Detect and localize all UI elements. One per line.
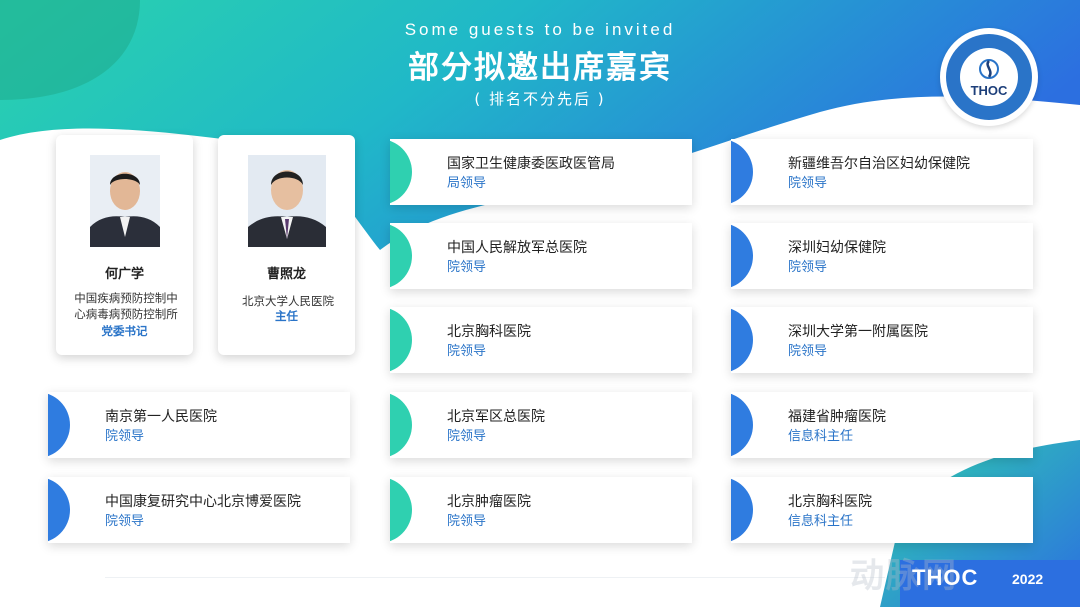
guest-organization: 北京大学人民医院 xyxy=(242,294,334,308)
card-role: 院领导 xyxy=(105,514,145,529)
card-accent-tab xyxy=(390,392,412,458)
card-role: 信息科主任 xyxy=(788,514,854,529)
guest-name: 曹照龙 xyxy=(266,267,306,282)
card-organization: 南京第一人民医院 xyxy=(105,409,217,425)
card-organization: 福建省肿瘤医院 xyxy=(788,409,886,425)
card-role: 院领导 xyxy=(447,260,487,275)
logo-mark-icon xyxy=(979,59,999,79)
card-role: 院领导 xyxy=(105,429,145,444)
card-role: 院领导 xyxy=(788,344,828,359)
card-accent-tab xyxy=(390,139,412,205)
card-accent-tab xyxy=(390,477,412,543)
guest-card: 新疆维吾尔自治区妇幼保健院 院领导 xyxy=(731,139,1033,205)
card-accent-tab xyxy=(390,307,412,373)
guest-card: 中国人民解放军总医院 院领导 xyxy=(390,223,692,289)
card-accent-tab xyxy=(731,223,753,289)
card-accent-tab xyxy=(731,477,753,543)
card-organization: 北京军区总医院 xyxy=(447,409,545,425)
guest-card: 北京胸科医院 信息科主任 xyxy=(731,477,1033,543)
card-role: 院领导 xyxy=(447,429,487,444)
guest-profile-card: 曹照龙 北京大学人民医院 主任 xyxy=(218,135,355,355)
guest-card: 北京胸科医院 院领导 xyxy=(390,307,692,373)
card-organization: 深圳妇幼保健院 xyxy=(788,240,886,256)
guest-role: 主任 xyxy=(275,309,298,323)
card-organization: 北京肿瘤医院 xyxy=(447,494,531,510)
card-organization: 北京胸科医院 xyxy=(788,494,872,510)
card-role: 信息科主任 xyxy=(788,429,854,444)
guest-card: 北京肿瘤医院 院领导 xyxy=(390,477,692,543)
guest-name: 何广学 xyxy=(104,267,144,282)
guest-card: 北京军区总医院 院领导 xyxy=(390,392,692,458)
card-organization: 北京胸科医院 xyxy=(447,324,531,340)
card-accent-tab xyxy=(731,392,753,458)
footer-brand: THOC xyxy=(912,565,979,590)
card-organization: 新疆维吾尔自治区妇幼保健院 xyxy=(788,156,970,172)
guest-card: 深圳妇幼保健院 院领导 xyxy=(731,223,1033,289)
card-accent-tab xyxy=(48,392,70,458)
card-role: 院领导 xyxy=(788,260,828,275)
card-accent-tab xyxy=(390,223,412,289)
card-accent-tab xyxy=(48,477,70,543)
card-organization: 中国人民解放军总医院 xyxy=(447,240,587,256)
guest-card: 国家卫生健康委医政医管局 局领导 xyxy=(390,139,692,205)
header-english-title: Some guests to be invited xyxy=(404,20,676,39)
card-role: 院领导 xyxy=(788,176,828,191)
card-organization: 深圳大学第一附属医院 xyxy=(788,324,928,340)
card-role: 院领导 xyxy=(447,344,487,359)
card-accent-tab xyxy=(731,307,753,373)
guest-card: 中国康复研究中心北京博爱医院 院领导 xyxy=(48,477,350,543)
guest-card: 福建省肿瘤医院 信息科主任 xyxy=(731,392,1033,458)
thoc-logo: THOC xyxy=(940,28,1038,126)
guest-profile-card: 何广学 中国疾病预防控制中心病毒病预防控制所 党委书记 xyxy=(56,135,193,355)
guest-card: 南京第一人民医院 院领导 xyxy=(48,392,350,458)
footer-year: 2022 xyxy=(1012,571,1044,587)
card-accent-tab xyxy=(731,139,753,205)
card-organization: 中国康复研究中心北京博爱医院 xyxy=(105,494,301,510)
footer-divider xyxy=(105,577,885,578)
guest-photo xyxy=(248,155,326,247)
guest-photo xyxy=(90,155,160,247)
page-title: 部分拟邀出席嘉宾 xyxy=(408,50,672,86)
card-organization: 国家卫生健康委医政医管局 xyxy=(447,156,615,172)
card-role: 院领导 xyxy=(447,514,487,529)
card-role: 局领导 xyxy=(447,176,487,191)
page-subtitle: ( 排名不分先后 ) xyxy=(474,90,606,108)
logo-text: THOC xyxy=(970,83,1008,98)
guest-card: 深圳大学第一附属医院 院领导 xyxy=(731,307,1033,373)
guest-organization: 中国疾病预防控制中心病毒病预防控制所 xyxy=(74,291,178,321)
guest-role: 党委书记 xyxy=(101,324,148,338)
